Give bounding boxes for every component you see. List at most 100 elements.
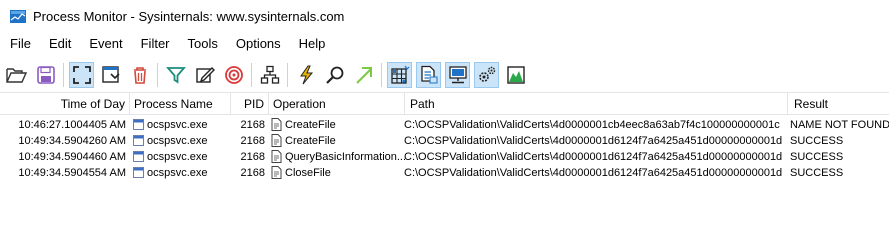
event-properties-button[interactable] [293, 62, 318, 88]
process-cell: ocspsvc.exe [133, 165, 229, 181]
process-activity-button[interactable] [474, 62, 499, 88]
jump-to-button[interactable] [351, 62, 376, 88]
filter-icon [165, 67, 186, 84]
menu-edit[interactable]: Edit [40, 34, 80, 54]
time-cell: 10:49:34.5904460 AM [18, 151, 126, 163]
save-button[interactable] [33, 62, 58, 88]
process-tree-button[interactable] [257, 62, 282, 88]
column-header-path[interactable]: Path [405, 93, 788, 115]
operation-name: CreateFile [285, 119, 336, 131]
pid-cell: 2168 [240, 151, 265, 163]
event-list[interactable]: Time of Day Process Name PID Operation P… [0, 92, 889, 210]
result-cell: SUCCESS [790, 167, 844, 179]
highlight-button[interactable] [192, 62, 217, 88]
app-icon [9, 9, 27, 24]
column-header-operation[interactable]: Operation [269, 93, 405, 115]
window-title: Process Monitor - Sysinternals: www.sysi… [33, 8, 345, 24]
path-cell: C:\OCSPValidation\ValidCerts\4d0000001d6… [404, 135, 783, 147]
capture-button[interactable] [69, 62, 94, 88]
process-activity-icon [478, 66, 495, 82]
menu-event[interactable]: Event [80, 34, 131, 54]
path-cell: C:\OCSPValidation\ValidCerts\4d0000001cb… [404, 119, 780, 131]
registry-activity-icon [390, 65, 409, 84]
operation-name: CloseFile [285, 167, 331, 179]
menu-bar: File Edit Event Filter Tools Options Hel… [0, 34, 334, 54]
highlight-icon [195, 67, 215, 83]
column-header-process[interactable]: Process Name [130, 93, 231, 115]
process-cell: ocspsvc.exe [133, 149, 229, 165]
process-name: ocspsvc.exe [147, 119, 208, 131]
column-header-row: Time of Day Process Name PID Operation P… [0, 93, 889, 115]
result-cell: SUCCESS [790, 151, 844, 163]
table-row[interactable]: 10:49:34.5904554 AM ocspsvc.exe 2168 Clo… [0, 165, 889, 181]
file-operation-icon [271, 166, 283, 179]
table-row[interactable]: 10:49:34.5904260 AM ocspsvc.exe 2168 Cre… [0, 133, 889, 149]
operation-name: CreateFile [285, 135, 336, 147]
menu-tools[interactable]: Tools [179, 34, 227, 54]
open-icon [5, 68, 27, 83]
result-cell: NAME NOT FOUND [790, 119, 889, 131]
pid-cell: 2168 [240, 119, 265, 131]
toolbar-separator [63, 63, 64, 87]
title-bar: Process Monitor - Sysinternals: www.sysi… [0, 0, 889, 32]
file-operation-icon [271, 134, 283, 147]
pid-cell: 2168 [240, 135, 265, 147]
menu-filter[interactable]: Filter [132, 34, 179, 54]
file-operation-icon [271, 150, 283, 163]
autoscroll-button[interactable] [98, 62, 123, 88]
file-operation-icon [271, 118, 283, 131]
network-activity-icon [448, 66, 467, 84]
operation-name: QueryBasicInformation... [285, 151, 405, 163]
time-cell: 10:49:34.5904554 AM [18, 167, 126, 179]
bookmark-button[interactable] [221, 62, 246, 88]
process-icon [133, 167, 144, 178]
bookmark-target-icon [224, 66, 243, 84]
toolbar-separator [251, 63, 252, 87]
path-cell: C:\OCSPValidation\ValidCerts\4d0000001d6… [404, 167, 783, 179]
operation-cell: QueryBasicInformation... [271, 149, 405, 165]
filter-button[interactable] [163, 62, 188, 88]
toolbar-separator [381, 63, 382, 87]
process-name: ocspsvc.exe [147, 135, 208, 147]
process-icon [133, 151, 144, 162]
time-cell: 10:49:34.5904260 AM [18, 135, 126, 147]
event-properties-icon [299, 65, 313, 85]
toolbar-separator [157, 63, 158, 87]
menu-help[interactable]: Help [290, 34, 335, 54]
table-row[interactable]: 10:49:34.5904460 AM ocspsvc.exe 2168 Que… [0, 149, 889, 165]
file-activity-button[interactable] [416, 62, 441, 88]
menu-options[interactable]: Options [227, 34, 290, 54]
process-cell: ocspsvc.exe [133, 133, 229, 149]
process-tree-icon [260, 65, 279, 84]
time-cell: 10:46:27.1004405 AM [18, 119, 126, 131]
result-cell: SUCCESS [790, 135, 844, 147]
column-header-pid[interactable]: PID [231, 93, 269, 115]
network-activity-button[interactable] [445, 62, 470, 88]
table-row[interactable]: 10:46:27.1004405 AM ocspsvc.exe 2168 Cre… [0, 117, 889, 133]
process-cell: ocspsvc.exe [133, 117, 229, 133]
path-cell: C:\OCSPValidation\ValidCerts\4d0000001d6… [404, 151, 783, 163]
process-icon [133, 135, 144, 146]
process-icon [133, 119, 144, 130]
toolbar-separator [287, 63, 288, 87]
find-button[interactable] [322, 62, 347, 88]
jump-to-icon [355, 67, 372, 84]
operation-cell: CreateFile [271, 133, 405, 149]
column-header-result[interactable]: Result [788, 93, 889, 115]
open-button[interactable] [4, 62, 29, 88]
profiling-activity-button[interactable] [503, 62, 528, 88]
autoscroll-icon [101, 66, 120, 83]
save-icon [36, 66, 55, 84]
pid-cell: 2168 [240, 167, 265, 179]
column-header-time[interactable]: Time of Day [0, 93, 130, 115]
process-name: ocspsvc.exe [147, 151, 208, 163]
registry-activity-button[interactable] [387, 62, 412, 88]
toolbar [0, 59, 889, 91]
find-icon [325, 66, 343, 84]
capture-icon [72, 66, 91, 84]
menu-file[interactable]: File [0, 34, 40, 54]
clear-button[interactable] [127, 62, 152, 88]
clear-icon [133, 67, 146, 84]
file-activity-icon [420, 65, 437, 84]
operation-cell: CreateFile [271, 117, 405, 133]
